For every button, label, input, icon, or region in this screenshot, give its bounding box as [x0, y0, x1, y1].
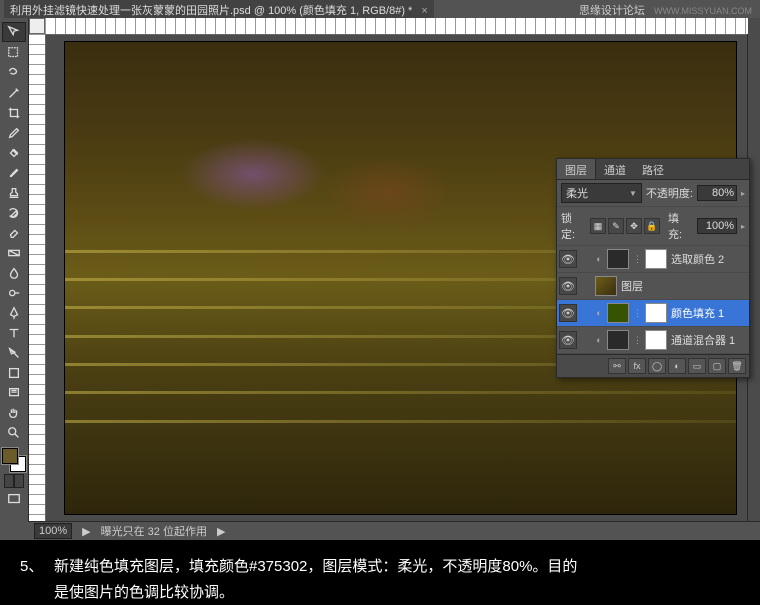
screen-mode[interactable]: [3, 490, 25, 508]
layer-mask[interactable]: [645, 330, 667, 350]
brush-tool[interactable]: [3, 164, 25, 182]
dodge-tool[interactable]: [3, 284, 25, 302]
document-title: 利用外挂滤镜快速处理一张灰蒙蒙的田园照片.psd @ 100% (颜色填充 1,…: [10, 5, 412, 17]
panel-tabs: 图层 通道 路径: [557, 159, 749, 180]
layer-row[interactable]: 👁 图层: [557, 273, 749, 300]
watermark: 思缘设计论坛 WWW.MISSYUAN.COM: [579, 2, 752, 18]
zoom-level[interactable]: 100%: [34, 523, 72, 539]
move-tool[interactable]: [2, 22, 26, 42]
layers-panel[interactable]: 图层 通道 路径 柔光 ▼ 不透明度: 80% ▸ 锁定: ▦ ✎ ✥ 🔒 填充…: [556, 158, 750, 378]
history-brush-tool[interactable]: [3, 204, 25, 222]
layer-row[interactable]: 👁 ◐ ⋮ 通道混合器 1: [557, 327, 749, 354]
eyedropper-tool[interactable]: [3, 124, 25, 142]
stamp-tool[interactable]: [3, 184, 25, 202]
layer-thumb[interactable]: [607, 303, 629, 323]
status-bar: 100% ▶ 曝光只在 32 位起作用 ▶: [28, 521, 760, 540]
group-button[interactable]: ▭: [688, 358, 706, 374]
delete-layer-button[interactable]: 🗑: [728, 358, 746, 374]
foreground-color[interactable]: [2, 448, 18, 464]
quick-mask-toggle[interactable]: [4, 474, 24, 488]
titlebar: 利用外挂滤镜快速处理一张灰蒙蒙的田园照片.psd @ 100% (颜色填充 1,…: [0, 0, 760, 19]
layer-style-button[interactable]: fx: [628, 358, 646, 374]
pen-tool[interactable]: [3, 304, 25, 322]
blur-tool[interactable]: [3, 264, 25, 282]
lock-transparency-icon[interactable]: ▦: [590, 218, 606, 234]
layers-footer: ⚯ fx ◯ ◐ ▭ ▢ 🗑: [557, 354, 749, 377]
adjustment-layer-button[interactable]: ◐: [668, 358, 686, 374]
lock-controls: ▦ ✎ ✥ 🔒: [590, 218, 660, 234]
shape-tool[interactable]: [3, 364, 25, 382]
wand-tool[interactable]: [3, 84, 25, 102]
layer-row[interactable]: 👁 ◐ ⋮ 选取颜色 2: [557, 246, 749, 273]
chevron-down-icon: ▼: [629, 189, 637, 198]
visibility-toggle[interactable]: 👁: [559, 250, 577, 268]
adj-icon: ◐: [595, 308, 603, 318]
notes-tool[interactable]: [3, 384, 25, 402]
marquee-tool[interactable]: [3, 44, 25, 62]
tools-palette: [0, 18, 29, 522]
tab-channels[interactable]: 通道: [596, 159, 634, 179]
lock-label: 锁定:: [561, 210, 586, 242]
path-tool[interactable]: [3, 344, 25, 362]
opacity-input[interactable]: 80%: [697, 185, 737, 201]
layer-mask[interactable]: [645, 249, 667, 269]
visibility-toggle[interactable]: 👁: [559, 304, 577, 322]
lock-all-icon[interactable]: 🔒: [644, 218, 660, 234]
zoom-tool[interactable]: [3, 424, 25, 442]
photoshop-window: 利用外挂滤镜快速处理一张灰蒙蒙的田园照片.psd @ 100% (颜色填充 1,…: [0, 0, 760, 540]
layer-mask[interactable]: [645, 303, 667, 323]
type-tool[interactable]: [3, 324, 25, 342]
status-hint: 曝光只在 32 位起作用: [101, 523, 207, 539]
lock-pixels-icon[interactable]: ✎: [608, 218, 624, 234]
layer-thumb[interactable]: [607, 330, 629, 350]
step-number: 5、: [20, 554, 54, 580]
visibility-toggle[interactable]: 👁: [559, 277, 577, 295]
tab-paths[interactable]: 路径: [634, 159, 672, 179]
ruler-horizontal[interactable]: [45, 18, 748, 35]
eraser-tool[interactable]: [3, 224, 25, 242]
layer-thumb[interactable]: [607, 249, 629, 269]
blend-mode-dropdown[interactable]: 柔光 ▼: [561, 183, 642, 203]
gradient-tool[interactable]: [3, 244, 25, 262]
visibility-toggle[interactable]: 👁: [559, 331, 577, 349]
lock-position-icon[interactable]: ✥: [626, 218, 642, 234]
new-layer-button[interactable]: ▢: [708, 358, 726, 374]
ruler-corner: [29, 18, 45, 34]
adj-icon: ◐: [595, 335, 603, 345]
link-layers-button[interactable]: ⚯: [608, 358, 626, 374]
opacity-label: 不透明度:: [646, 185, 693, 201]
adj-icon: ◐: [595, 254, 603, 264]
tutorial-caption: 5、新建纯色填充图层，填充颜色#375302，图层模式：柔光，不透明度80%。目…: [0, 542, 760, 605]
fill-label: 填充:: [668, 210, 693, 242]
hand-tool[interactable]: [3, 404, 25, 422]
fill-input[interactable]: 100%: [697, 218, 737, 234]
ruler-vertical[interactable]: [29, 34, 46, 522]
color-swatches[interactable]: [2, 448, 26, 472]
crop-tool[interactable]: [3, 104, 25, 122]
layer-thumb[interactable]: [595, 276, 617, 296]
close-tab-icon[interactable]: ×: [421, 5, 427, 17]
healing-tool[interactable]: [3, 144, 25, 162]
lasso-tool[interactable]: [3, 64, 25, 82]
layer-mask-button[interactable]: ◯: [648, 358, 666, 374]
document-tab[interactable]: 利用外挂滤镜快速处理一张灰蒙蒙的田园照片.psd @ 100% (颜色填充 1,…: [4, 0, 434, 20]
tab-layers[interactable]: 图层: [557, 159, 596, 179]
layers-list: 👁 ◐ ⋮ 选取颜色 2 👁 图层 👁 ◐ ⋮ 颜: [557, 246, 749, 354]
layer-row[interactable]: 👁 ◐ ⋮ 颜色填充 1: [557, 300, 749, 327]
